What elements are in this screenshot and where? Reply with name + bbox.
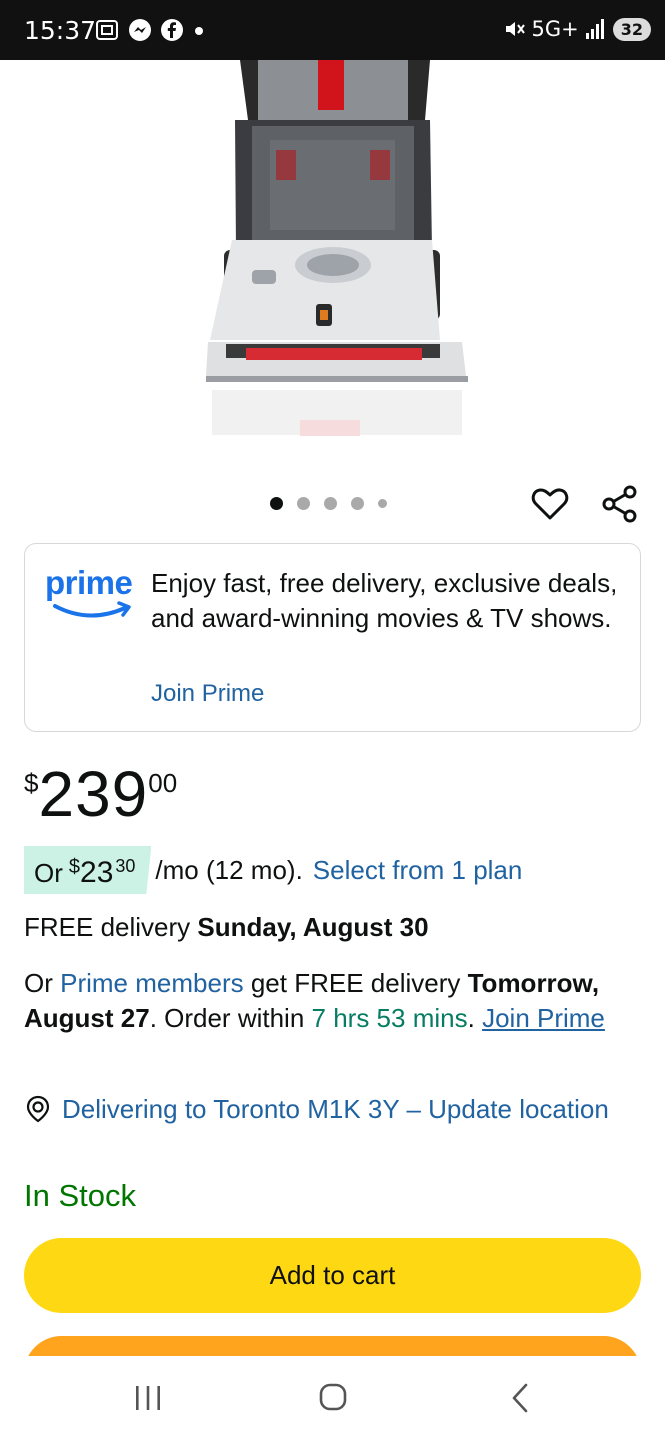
- price: $ 239 00: [24, 758, 177, 830]
- installment-currency: $: [68, 856, 81, 878]
- prime-delivery-middle: get FREE delivery: [250, 968, 461, 998]
- share-icon[interactable]: [600, 484, 640, 524]
- carousel-dot-5[interactable]: [378, 499, 387, 508]
- delivery-location[interactable]: Delivering to Toronto M1K 3Y – Update lo…: [24, 1092, 644, 1127]
- messenger-icon: [129, 19, 151, 41]
- prime-delivery-line: Or Prime members get FREE delivery Tomor…: [24, 966, 644, 1036]
- delivery-date: Sunday, August 30: [197, 912, 429, 942]
- prime-smile-icon: [53, 601, 131, 618]
- status-system-icons: 5G+ 32: [502, 17, 651, 41]
- carousel-dot-1[interactable]: [270, 497, 283, 510]
- status-time: 15:37: [24, 16, 97, 45]
- carousel-dot-3[interactable]: [324, 497, 337, 510]
- recent-apps-icon[interactable]: [133, 1384, 163, 1412]
- status-notification-icons: [94, 18, 206, 42]
- system-nav-bar: [0, 1356, 665, 1440]
- prime-delivery-period: .: [467, 1003, 475, 1033]
- price-currency: $: [24, 768, 39, 798]
- prime-logo: prime: [45, 564, 137, 624]
- carousel-dot-2[interactable]: [297, 497, 310, 510]
- delivery-prefix: FREE delivery: [24, 912, 191, 942]
- installment-prefix: Or: [34, 858, 63, 888]
- free-delivery-line: FREE delivery Sunday, August 30: [24, 912, 429, 943]
- delivery-countdown: 7 hrs 53 mins: [311, 1003, 468, 1033]
- carpet-cleaner-image: [206, 60, 468, 436]
- prime-promo-card: prime Enjoy fast, free delivery, exclusi…: [24, 543, 641, 732]
- prime-description: Enjoy fast, free delivery, exclusive dea…: [151, 568, 618, 633]
- installment-amount: 23: [80, 856, 114, 889]
- dot-icon: [195, 27, 203, 35]
- mute-icon: [505, 22, 525, 36]
- product-image[interactable]: [0, 60, 665, 460]
- price-whole: 239: [38, 758, 149, 830]
- installment-chip: Or $ 23 30: [24, 846, 152, 894]
- facebook-icon: [161, 19, 183, 41]
- network-type: 5G+: [531, 17, 579, 41]
- screenshot-icon: [96, 20, 118, 40]
- select-plan-link[interactable]: Select from 1 plan: [313, 855, 523, 886]
- join-prime-inline-link[interactable]: Join Prime: [482, 1003, 605, 1033]
- battery-icon: 32: [612, 17, 651, 41]
- home-icon[interactable]: [318, 1382, 348, 1412]
- heart-icon[interactable]: [530, 484, 570, 524]
- carousel-dot-4[interactable]: [351, 497, 364, 510]
- price-fraction: 00: [148, 768, 178, 798]
- add-to-cart-button[interactable]: Add to cart: [24, 1238, 641, 1313]
- back-icon[interactable]: [508, 1382, 532, 1414]
- signal-icon: [585, 19, 604, 39]
- location-pin-icon: [26, 1095, 50, 1123]
- order-within-text: . Order within: [149, 1003, 305, 1033]
- prime-delivery-or: Or: [24, 968, 53, 998]
- image-carousel-dots[interactable]: [270, 497, 387, 510]
- prime-logo-text: prime: [45, 564, 133, 601]
- status-bar: 15:37 5G+ 32: [0, 0, 665, 60]
- update-location-link[interactable]: Delivering to Toronto M1K 3Y – Update lo…: [62, 1092, 609, 1127]
- installment-term: /mo (12 mo).: [155, 854, 303, 885]
- installment-row: Or $ 23 30 /mo (12 mo). Select from 1 pl…: [24, 846, 522, 894]
- prime-members-link[interactable]: Prime members: [60, 968, 243, 998]
- stock-status: In Stock: [24, 1178, 136, 1213]
- join-prime-link[interactable]: Join Prime: [151, 680, 264, 708]
- installment-cents: 30: [115, 856, 136, 876]
